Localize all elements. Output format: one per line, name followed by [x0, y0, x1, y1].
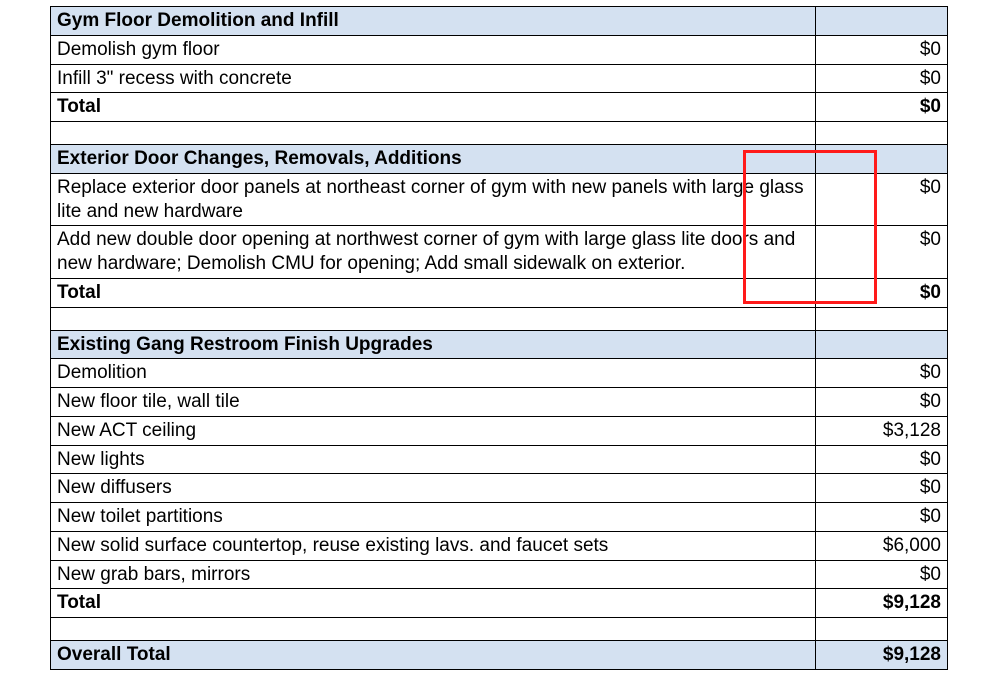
- overall-total: Overall Total $9,128: [51, 641, 948, 670]
- item-amt: $0: [816, 560, 948, 589]
- item-amt: $6,000: [816, 531, 948, 560]
- line-item: New toilet partitions $0: [51, 503, 948, 532]
- line-item: Demolish gym floor $0: [51, 35, 948, 64]
- item-amt: $0: [816, 359, 948, 388]
- line-item: New grab bars, mirrors $0: [51, 560, 948, 589]
- line-item: New floor tile, wall tile $0: [51, 388, 948, 417]
- line-item: New lights $0: [51, 445, 948, 474]
- section-total: Total $0: [51, 93, 948, 122]
- item-amt: $0: [816, 388, 948, 417]
- item-amt: $0: [816, 226, 948, 279]
- item-amt: $0: [816, 35, 948, 64]
- line-item: New solid surface countertop, reuse exis…: [51, 531, 948, 560]
- item-desc: New toilet partitions: [51, 503, 816, 532]
- spacer-row: [51, 618, 948, 641]
- item-amt: $3,128: [816, 416, 948, 445]
- total-label: Total: [51, 589, 816, 618]
- item-desc: Demolition: [51, 359, 816, 388]
- item-desc: New ACT ceiling: [51, 416, 816, 445]
- section-title-amt: [816, 145, 948, 174]
- item-desc: Infill 3" recess with concrete: [51, 64, 816, 93]
- item-amt: $0: [816, 64, 948, 93]
- section-header: Gym Floor Demolition and Infill: [51, 7, 948, 36]
- item-amt: $0: [816, 445, 948, 474]
- section-title-amt: [816, 7, 948, 36]
- item-desc: Demolish gym floor: [51, 35, 816, 64]
- total-label: Total: [51, 93, 816, 122]
- item-amt: $0: [816, 173, 948, 226]
- section-total: Total $9,128: [51, 589, 948, 618]
- total-amt: $9,128: [816, 589, 948, 618]
- spacer-row: [51, 307, 948, 330]
- line-item: New diffusers $0: [51, 474, 948, 503]
- item-desc: New diffusers: [51, 474, 816, 503]
- line-item: New ACT ceiling $3,128: [51, 416, 948, 445]
- section-title-amt: [816, 330, 948, 359]
- section-header: Existing Gang Restroom Finish Upgrades: [51, 330, 948, 359]
- section-total: Total $0: [51, 278, 948, 307]
- section-title: Gym Floor Demolition and Infill: [51, 7, 816, 36]
- item-desc: New lights: [51, 445, 816, 474]
- line-item: Add new double door opening at northwest…: [51, 226, 948, 279]
- item-desc: Replace exterior door panels at northeas…: [51, 173, 816, 226]
- item-desc: Add new double door opening at northwest…: [51, 226, 816, 279]
- total-amt: $0: [816, 93, 948, 122]
- section-title: Existing Gang Restroom Finish Upgrades: [51, 330, 816, 359]
- line-item: Demolition $0: [51, 359, 948, 388]
- item-amt: $0: [816, 503, 948, 532]
- item-desc: New grab bars, mirrors: [51, 560, 816, 589]
- section-header: Exterior Door Changes, Removals, Additio…: [51, 145, 948, 174]
- item-desc: New floor tile, wall tile: [51, 388, 816, 417]
- overall-amt: $9,128: [816, 641, 948, 670]
- cost-table: Gym Floor Demolition and Infill Demolish…: [50, 6, 948, 670]
- overall-label: Overall Total: [51, 641, 816, 670]
- item-desc: New solid surface countertop, reuse exis…: [51, 531, 816, 560]
- page: Gym Floor Demolition and Infill Demolish…: [0, 0, 998, 680]
- item-amt: $0: [816, 474, 948, 503]
- total-label: Total: [51, 278, 816, 307]
- line-item: Infill 3" recess with concrete $0: [51, 64, 948, 93]
- total-amt: $0: [816, 278, 948, 307]
- spacer-row: [51, 122, 948, 145]
- line-item: Replace exterior door panels at northeas…: [51, 173, 948, 226]
- section-title: Exterior Door Changes, Removals, Additio…: [51, 145, 816, 174]
